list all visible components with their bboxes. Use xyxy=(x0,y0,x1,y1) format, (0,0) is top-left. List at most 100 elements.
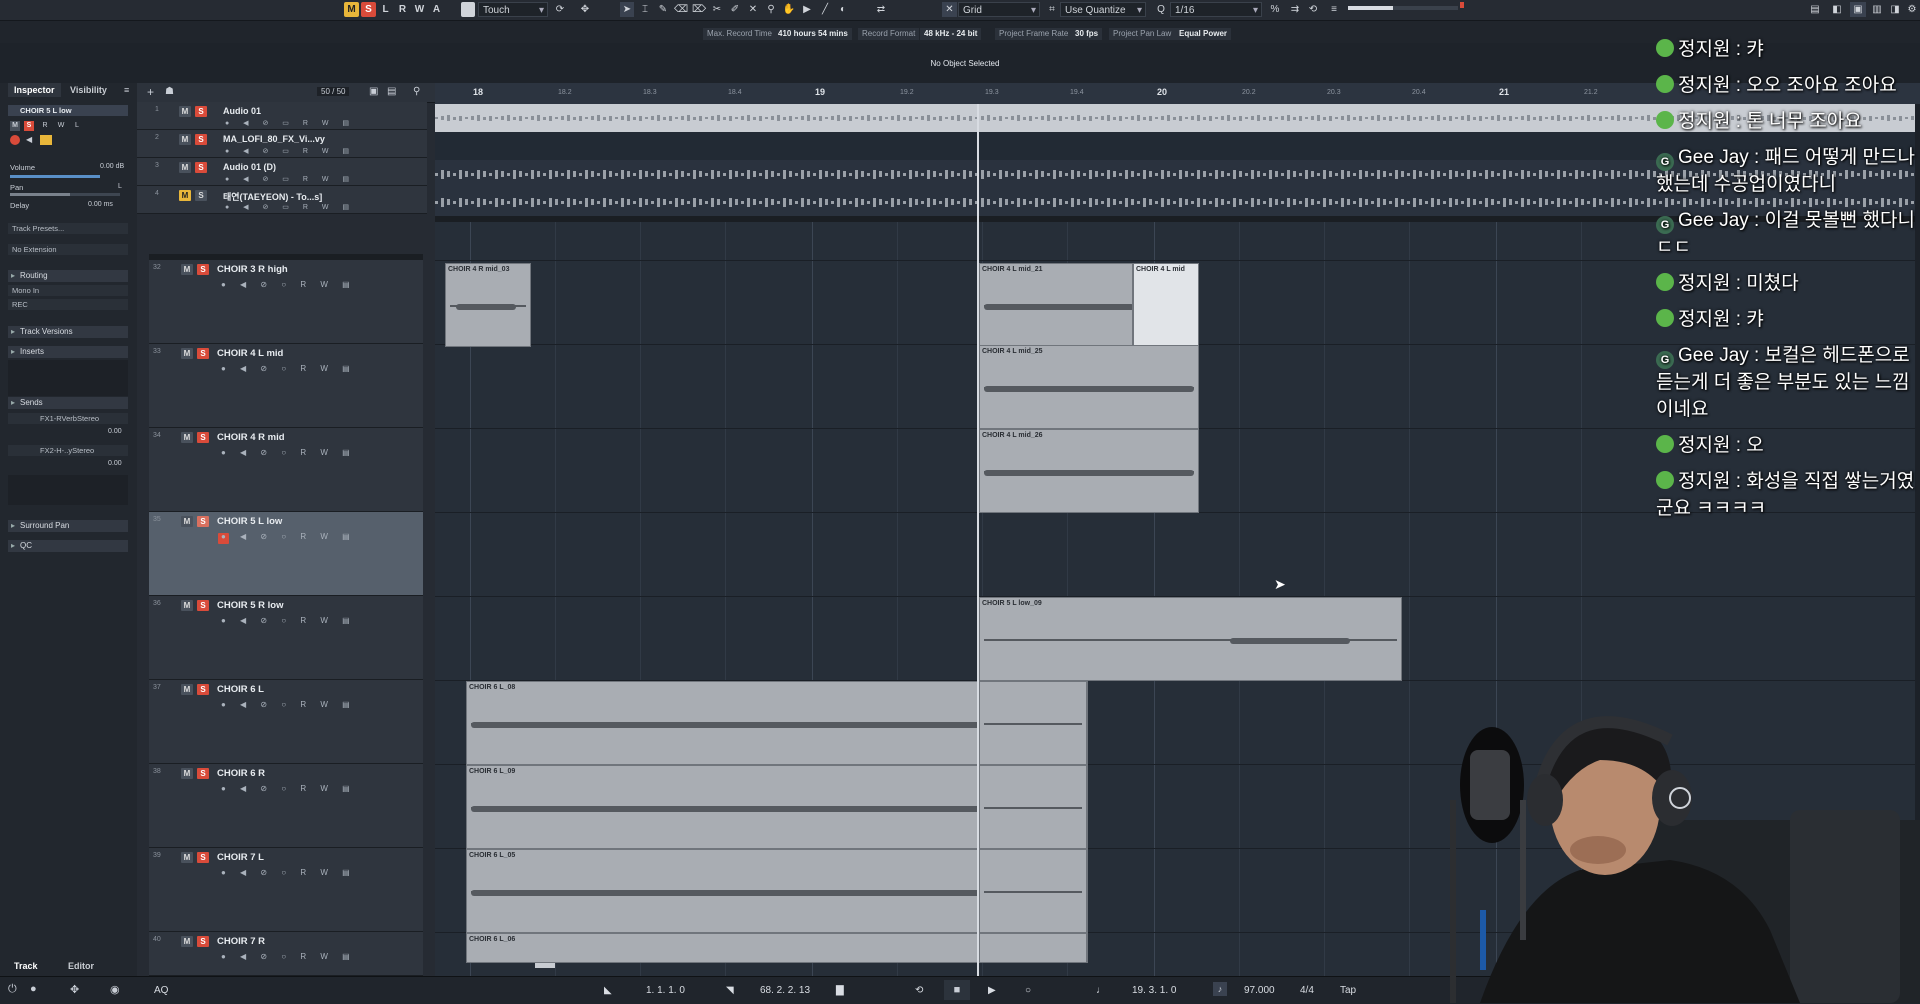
track-controls[interactable]: ● ◀ ⊘ ○ R W ▤ xyxy=(221,280,356,289)
scissors-tool-icon[interactable]: ✂ xyxy=(710,2,724,17)
track-controls[interactable]: ● ◀ ⊘ ○ R W ▤ xyxy=(221,448,356,457)
volume-fader[interactable] xyxy=(10,175,100,178)
track-header[interactable]: 3 M S Audio 01 (D) ● ◀ ⊘ ▭ R W ▤ xyxy=(137,158,427,186)
global-solo-button[interactable]: S xyxy=(361,2,376,17)
section-sends[interactable]: Sends xyxy=(8,397,128,409)
inspector-write-button[interactable]: W xyxy=(56,121,66,131)
global-mute-button[interactable]: M xyxy=(344,2,359,17)
frame-rate-label[interactable]: Project Frame Rate xyxy=(995,28,1073,40)
pan-slider[interactable] xyxy=(10,193,120,196)
automation-mode-select[interactable]: Touch xyxy=(478,2,548,18)
track-header[interactable]: 37 M S CHOIR 6 L ● ◀ ⊘ ○ R W ▤ xyxy=(149,680,423,764)
mute-button[interactable]: M xyxy=(181,684,193,695)
project-cursor[interactable] xyxy=(977,104,979,976)
divider[interactable] xyxy=(149,254,423,260)
track-name[interactable]: CHOIR 7 R xyxy=(217,936,265,947)
quantize-value-select[interactable]: 1/16 xyxy=(1170,2,1262,18)
snap-icon[interactable]: ✕ xyxy=(942,2,957,17)
tempo-value[interactable]: 97.000 xyxy=(1244,985,1275,996)
track-visibility-icon[interactable]: ▣ xyxy=(369,86,378,97)
nudge-icon[interactable]: ⇄ xyxy=(874,2,888,17)
track-header[interactable]: 4 M S 태연(TAEYEON) - To...s] ● ◀ ⊘ ▭ R W … xyxy=(137,186,427,214)
draw-tool-icon[interactable]: ✐ xyxy=(728,2,742,17)
track-name[interactable]: Audio 01 (D) xyxy=(223,162,276,172)
stop-button[interactable]: ■ xyxy=(944,980,970,1000)
track-name[interactable]: MA_LOFI_80_FX_Vi...vy xyxy=(223,134,325,144)
pan-value[interactable]: L xyxy=(118,183,122,190)
right-zone-icon[interactable]: ◨ xyxy=(1888,2,1902,17)
track-header[interactable]: 38 M S CHOIR 6 R ● ◀ ⊘ ○ R W ▤ xyxy=(149,764,423,848)
mute-button[interactable]: M xyxy=(181,768,193,779)
record-button[interactable]: ○ xyxy=(1025,985,1031,996)
send-2-slot[interactable]: FX2-H-..yStereo xyxy=(8,445,128,456)
inspector-track-name[interactable]: CHOIR 5 L low xyxy=(8,105,128,116)
monitor-icon[interactable]: ◀ xyxy=(26,135,32,144)
pointer-tool-icon[interactable]: ➤ xyxy=(620,2,634,17)
pan-law-value[interactable]: Equal Power xyxy=(1175,28,1232,40)
lower-zone-icon[interactable]: ▣ xyxy=(1850,2,1866,17)
audio-clip[interactable]: CHOIR 5 L low_09 xyxy=(979,597,1402,681)
audio-clip[interactable]: CHOIR 4 R mid_03 xyxy=(445,263,531,347)
input-routing-select[interactable]: Mono In xyxy=(8,285,128,296)
cycle-button[interactable]: ⟲ xyxy=(915,985,923,996)
audio-clip[interactable] xyxy=(979,681,1087,765)
solo-button[interactable]: S xyxy=(195,134,207,145)
volume-value[interactable]: 0.00 dB xyxy=(100,163,124,170)
track-name[interactable]: CHOIR 6 R xyxy=(217,768,265,779)
mute-button[interactable]: M xyxy=(181,516,193,527)
record-format-label[interactable]: Record Format xyxy=(858,28,920,40)
write-automation-button[interactable]: W xyxy=(412,2,427,17)
inspector-mute-button[interactable]: M xyxy=(10,121,20,131)
track-controls[interactable]: ● ◀ ⊘ ○ R W ▤ xyxy=(221,784,356,793)
auto-scroll-icon[interactable]: ⟳ xyxy=(553,2,567,17)
track-settings-icon[interactable]: ▤ xyxy=(387,86,396,97)
track-header[interactable]: 2 M S MA_LOFI_80_FX_Vi...vy ● ◀ ⊘ ▭ R W … xyxy=(137,130,427,158)
hand-tool-icon[interactable]: ✋ xyxy=(782,2,796,17)
mute-button[interactable]: M xyxy=(181,600,193,611)
mute-button[interactable]: M xyxy=(181,852,193,863)
right-locator-value[interactable]: 68. 2. 2. 13 xyxy=(760,985,810,996)
read-automation-button[interactable]: R xyxy=(395,2,410,17)
tab-visibility[interactable]: Visibility xyxy=(70,83,107,97)
track-header[interactable]: 32 M S CHOIR 3 R high ● ◀ ⊘ ○ R W ▤ xyxy=(149,260,423,344)
inserts-slots[interactable] xyxy=(8,360,128,396)
frame-rate-value[interactable]: 30 fps xyxy=(1071,28,1103,40)
quantize-mode-select[interactable]: Use Quantize xyxy=(1060,2,1146,18)
delay-value[interactable]: 0.00 ms xyxy=(88,201,113,208)
send-2-level[interactable]: 0.00 xyxy=(108,460,122,467)
solo-button[interactable]: S xyxy=(197,432,209,443)
add-track-icon[interactable]: + xyxy=(147,85,154,99)
power-icon[interactable]: ⏻ xyxy=(8,983,17,996)
inspector-solo-button[interactable]: S xyxy=(24,121,34,131)
audio-clip[interactable] xyxy=(979,849,1087,933)
rack-icon[interactable]: ▥ xyxy=(1870,2,1884,17)
section-surround-pan[interactable]: Surround Pan xyxy=(8,520,128,532)
track-name[interactable]: CHOIR 7 L xyxy=(217,852,264,863)
erase-tool-icon[interactable]: ⌦ xyxy=(692,2,706,17)
edit-mode-icon[interactable]: ✥ xyxy=(578,2,592,17)
track-controls[interactable]: ● ◀ ⊘ ○ R W ▤ xyxy=(221,700,356,709)
lock-icon[interactable] xyxy=(40,135,52,145)
punch-icon[interactable]: ✥ xyxy=(70,983,79,996)
track-controls[interactable]: ● ◀ ⊘ ○ R W ▤ xyxy=(221,364,356,373)
mute-button[interactable]: M xyxy=(181,264,193,275)
track-name[interactable]: Audio 01 xyxy=(223,106,261,116)
percent-icon[interactable]: % xyxy=(1268,2,1282,17)
solo-button[interactable]: S xyxy=(197,684,209,695)
mute-button[interactable]: M xyxy=(179,134,191,145)
tempo-track-icon[interactable]: ♪ xyxy=(1213,982,1227,996)
solo-button[interactable]: S xyxy=(197,516,209,527)
play-button[interactable]: ▶ xyxy=(988,985,996,996)
time-signature[interactable]: 4/4 xyxy=(1300,985,1314,996)
record-enable-button[interactable] xyxy=(10,135,20,145)
solo-button[interactable]: S xyxy=(197,936,209,947)
color-tool-icon[interactable]: ◐ xyxy=(836,2,850,17)
track-controls[interactable]: ● ◀ ⊘ ○ R W ▤ xyxy=(221,532,356,541)
track-name[interactable]: 태연(TAEYEON) - To...s] xyxy=(223,190,322,203)
track-filter-icon[interactable]: ☗ xyxy=(165,86,174,97)
quantize-icon[interactable]: Q xyxy=(1154,2,1168,17)
mute-button[interactable]: M xyxy=(181,348,193,359)
track-header[interactable]: 33 M S CHOIR 4 L mid ● ◀ ⊘ ○ R W ▤ xyxy=(149,344,423,428)
track-name[interactable]: CHOIR 5 L low xyxy=(217,516,282,527)
loop-icon[interactable]: ⟲ xyxy=(1306,2,1320,17)
